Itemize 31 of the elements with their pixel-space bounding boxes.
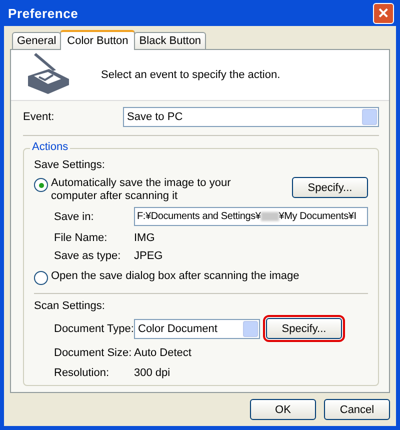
field-label: Save in: xyxy=(54,210,95,222)
field-label: Resolution: xyxy=(54,367,110,379)
dialog-button[interactable]: Cancel xyxy=(324,399,390,420)
document-type-dropdown[interactable]: Color Document xyxy=(134,318,260,338)
tab[interactable]: General xyxy=(12,32,62,49)
radio-button[interactable] xyxy=(34,178,48,192)
group-title: Actions xyxy=(30,141,70,153)
radio-label[interactable]: Automatically save the image to your computer after scanning it xyxy=(51,177,231,203)
field-value: JPEG xyxy=(134,250,163,262)
field-label: Document Size: xyxy=(54,347,133,359)
section-title: Scan Settings: xyxy=(34,300,106,312)
tab[interactable]: Black Button xyxy=(134,32,206,49)
event-dropdown[interactable]: Save to PC xyxy=(123,107,379,127)
field-value: Auto Detect xyxy=(134,347,192,359)
dialog-button[interactable]: OK xyxy=(250,399,316,420)
section-title: Save Settings: xyxy=(34,159,106,171)
window-title: Preference xyxy=(8,6,78,20)
field-value: 300 dpi xyxy=(134,367,170,379)
specify-button[interactable]: Specify... xyxy=(292,177,368,198)
save-in-field[interactable]: F:¥Documents and Settings¥ ¥My Documents¥I xyxy=(134,207,368,226)
event-label: Event: xyxy=(23,111,56,123)
instruction-text: Select an event to specify the action. xyxy=(101,69,280,81)
close-button[interactable]: ✕ xyxy=(373,2,394,24)
field-label: File Name: xyxy=(54,232,108,244)
field-label: Document Type: xyxy=(54,322,134,334)
field-label: Save as type: xyxy=(54,250,122,262)
radio-label[interactable]: Open the save dialog box after scanning the image xyxy=(51,270,300,283)
tab[interactable]: Color Button xyxy=(60,30,136,50)
radio-button[interactable] xyxy=(34,271,48,285)
specify-button[interactable]: Specify... xyxy=(266,318,342,339)
field-value: IMG xyxy=(134,232,155,244)
